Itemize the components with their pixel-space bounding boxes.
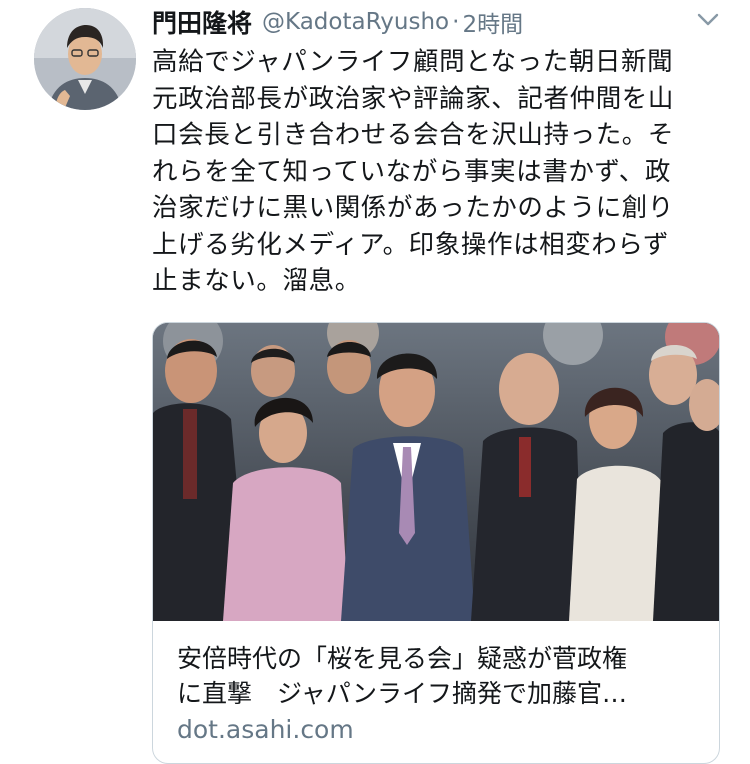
separator-dot: · — [452, 9, 460, 35]
link-card[interactable]: 安倍時代の「桜を見る会」疑惑が菅政権 に直撃 ジャパンライフ摘発で加藤官… do… — [152, 322, 720, 764]
profile-photo — [34, 8, 136, 110]
chevron-down-icon[interactable] — [692, 8, 724, 32]
card-domain[interactable]: dot.asahi.com — [177, 715, 354, 744]
tweet-header: 門田隆将 @KadotaRyusho · 2時間 — [152, 2, 672, 42]
card-image — [153, 323, 719, 621]
author-handle[interactable]: @KadotaRyusho — [262, 9, 449, 35]
author-name[interactable]: 門田隆将 — [152, 4, 252, 40]
card-title[interactable]: 安倍時代の「桜を見る会」疑惑が菅政権 に直撃 ジャパンライフ摘発で加藤官… — [177, 641, 697, 711]
timestamp[interactable]: 2時間 — [462, 5, 523, 39]
tweet-text: 高給でジャパンライフ顧問となった朝日新聞 元政治部長が政治家や評論家、記者仲間を… — [152, 47, 675, 296]
avatar[interactable] — [34, 8, 136, 110]
